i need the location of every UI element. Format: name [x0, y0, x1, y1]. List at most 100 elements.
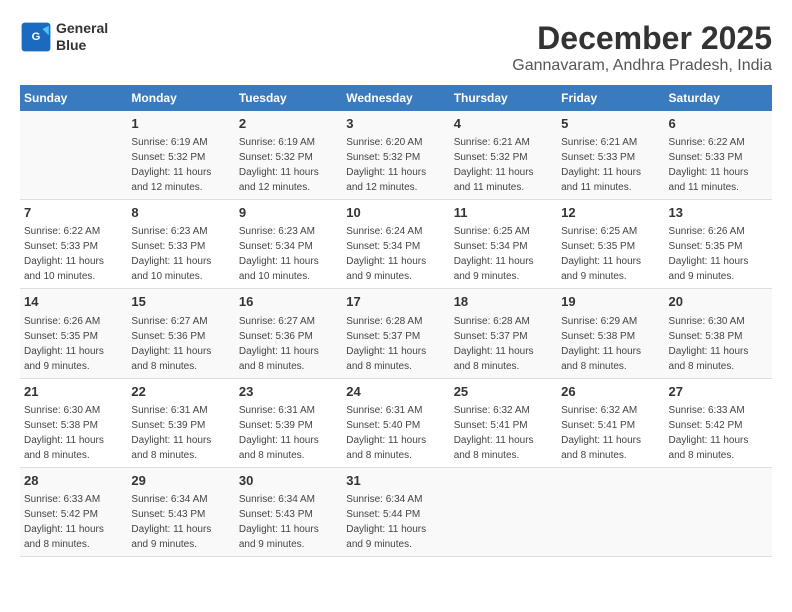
calendar-cell: 10 Sunrise: 6:24 AMSunset: 5:34 PMDayligh… — [342, 200, 449, 289]
day-info: Sunrise: 6:31 AMSunset: 5:39 PMDaylight:… — [131, 405, 211, 461]
day-number: 2 — [239, 115, 338, 133]
day-info: Sunrise: 6:26 AMSunset: 5:35 PMDaylight:… — [24, 316, 104, 372]
day-number: 27 — [669, 383, 768, 401]
day-number: 11 — [454, 204, 553, 222]
calendar-cell: 20 Sunrise: 6:30 AMSunset: 5:38 PMDayligh… — [665, 289, 772, 378]
day-info: Sunrise: 6:21 AMSunset: 5:33 PMDaylight:… — [561, 137, 641, 193]
calendar-week-3: 14 Sunrise: 6:26 AMSunset: 5:35 PMDayligh… — [20, 289, 772, 378]
calendar-cell: 24 Sunrise: 6:31 AMSunset: 5:40 PMDayligh… — [342, 378, 449, 467]
calendar-cell — [20, 111, 127, 200]
calendar-cell: 16 Sunrise: 6:27 AMSunset: 5:36 PMDayligh… — [235, 289, 342, 378]
day-info: Sunrise: 6:29 AMSunset: 5:38 PMDaylight:… — [561, 316, 641, 372]
day-number: 16 — [239, 293, 338, 311]
day-number: 9 — [239, 204, 338, 222]
calendar-week-2: 7Sunrise: 6:22 AMSunset: 5:33 PMDaylight… — [20, 200, 772, 289]
day-info: Sunrise: 6:31 AMSunset: 5:40 PMDaylight:… — [346, 405, 426, 461]
day-header-saturday: Saturday — [665, 85, 772, 111]
calendar-cell: 18Sunrise: 6:28 AMSunset: 5:37 PMDayligh… — [450, 289, 557, 378]
day-number: 24 — [346, 383, 445, 401]
day-number: 13 — [669, 204, 768, 222]
day-number: 29 — [131, 472, 230, 490]
logo-text: General Blue — [56, 20, 108, 54]
day-info: Sunrise: 6:20 AMSunset: 5:32 PMDaylight:… — [346, 137, 426, 193]
day-info: Sunrise: 6:25 AMSunset: 5:34 PMDaylight:… — [454, 226, 534, 282]
day-info: Sunrise: 6:30 AMSunset: 5:38 PMDaylight:… — [669, 316, 749, 372]
calendar-cell: 28Sunrise: 6:33 AMSunset: 5:42 PMDayligh… — [20, 467, 127, 556]
day-info: Sunrise: 6:34 AMSunset: 5:44 PMDaylight:… — [346, 494, 426, 550]
day-header-friday: Friday — [557, 85, 664, 111]
calendar-cell: 2 Sunrise: 6:19 AMSunset: 5:32 PMDaylight… — [235, 111, 342, 200]
calendar-cell: 11 Sunrise: 6:25 AMSunset: 5:34 PMDayligh… — [450, 200, 557, 289]
day-header-thursday: Thursday — [450, 85, 557, 111]
day-info: Sunrise: 6:32 AMSunset: 5:41 PMDaylight:… — [561, 405, 641, 461]
day-number: 14 — [24, 293, 123, 311]
logo: G General Blue — [20, 20, 108, 54]
calendar-cell: 17 Sunrise: 6:28 AMSunset: 5:37 PMDayligh… — [342, 289, 449, 378]
day-info: Sunrise: 6:31 AMSunset: 5:39 PMDaylight:… — [239, 405, 319, 461]
calendar-cell — [557, 467, 664, 556]
day-number: 21 — [24, 383, 123, 401]
calendar-cell: 1Sunrise: 6:19 AMSunset: 5:32 PMDaylight… — [127, 111, 234, 200]
day-info: Sunrise: 6:27 AMSunset: 5:36 PMDaylight:… — [131, 316, 211, 372]
calendar-cell: 30 Sunrise: 6:34 AMSunset: 5:43 PMDayligh… — [235, 467, 342, 556]
calendar-cell: 26 Sunrise: 6:32 AMSunset: 5:41 PMDayligh… — [557, 378, 664, 467]
calendar-cell: 7Sunrise: 6:22 AMSunset: 5:33 PMDaylight… — [20, 200, 127, 289]
calendar-cell: 19 Sunrise: 6:29 AMSunset: 5:38 PMDayligh… — [557, 289, 664, 378]
day-info: Sunrise: 6:34 AMSunset: 5:43 PMDaylight:… — [131, 494, 211, 550]
calendar-cell: 31 Sunrise: 6:34 AMSunset: 5:44 PMDayligh… — [342, 467, 449, 556]
calendar-cell — [450, 467, 557, 556]
day-header-wednesday: Wednesday — [342, 85, 449, 111]
day-header-tuesday: Tuesday — [235, 85, 342, 111]
calendar-cell: 27 Sunrise: 6:33 AMSunset: 5:42 PMDayligh… — [665, 378, 772, 467]
day-number: 15 — [131, 293, 230, 311]
calendar-cell: 23 Sunrise: 6:31 AMSunset: 5:39 PMDayligh… — [235, 378, 342, 467]
calendar-cell: 29 Sunrise: 6:34 AMSunset: 5:43 PMDayligh… — [127, 467, 234, 556]
calendar-table: SundayMondayTuesdayWednesdayThursdayFrid… — [20, 85, 772, 557]
day-info: Sunrise: 6:33 AMSunset: 5:42 PMDaylight:… — [669, 405, 749, 461]
calendar-cell: 6 Sunrise: 6:22 AMSunset: 5:33 PMDaylight… — [665, 111, 772, 200]
day-number: 23 — [239, 383, 338, 401]
day-number: 19 — [561, 293, 660, 311]
calendar-week-1: 1Sunrise: 6:19 AMSunset: 5:32 PMDaylight… — [20, 111, 772, 200]
day-info: Sunrise: 6:28 AMSunset: 5:37 PMDaylight:… — [454, 316, 534, 372]
calendar-cell: 21Sunrise: 6:30 AMSunset: 5:38 PMDayligh… — [20, 378, 127, 467]
calendar-cell: 14 Sunrise: 6:26 AMSunset: 5:35 PMDayligh… — [20, 289, 127, 378]
calendar-cell: 3 Sunrise: 6:20 AMSunset: 5:32 PMDaylight… — [342, 111, 449, 200]
day-number: 6 — [669, 115, 768, 133]
day-number: 3 — [346, 115, 445, 133]
calendar-cell: 13 Sunrise: 6:26 AMSunset: 5:35 PMDayligh… — [665, 200, 772, 289]
day-info: Sunrise: 6:22 AMSunset: 5:33 PMDaylight:… — [669, 137, 749, 193]
calendar-cell: 9Sunrise: 6:23 AMSunset: 5:34 PMDaylight… — [235, 200, 342, 289]
day-info: Sunrise: 6:34 AMSunset: 5:43 PMDaylight:… — [239, 494, 319, 550]
day-info: Sunrise: 6:22 AMSunset: 5:33 PMDaylight:… — [24, 226, 104, 282]
logo-icon: G — [20, 21, 52, 53]
day-info: Sunrise: 6:26 AMSunset: 5:35 PMDaylight:… — [669, 226, 749, 282]
calendar-cell: 12 Sunrise: 6:25 AMSunset: 5:35 PMDayligh… — [557, 200, 664, 289]
day-number: 30 — [239, 472, 338, 490]
day-info: Sunrise: 6:23 AMSunset: 5:33 PMDaylight:… — [131, 226, 211, 282]
day-number: 28 — [24, 472, 123, 490]
calendar-title: December 2025 — [512, 20, 772, 57]
day-info: Sunrise: 6:27 AMSunset: 5:36 PMDaylight:… — [239, 316, 319, 372]
calendar-cell: 5 Sunrise: 6:21 AMSunset: 5:33 PMDaylight… — [557, 111, 664, 200]
location-subtitle: Gannavaram, Andhra Pradesh, India — [512, 57, 772, 75]
day-number: 12 — [561, 204, 660, 222]
day-info: Sunrise: 6:19 AMSunset: 5:32 PMDaylight:… — [239, 137, 319, 193]
calendar-cell: 22Sunrise: 6:31 AMSunset: 5:39 PMDayligh… — [127, 378, 234, 467]
day-number: 31 — [346, 472, 445, 490]
day-number: 5 — [561, 115, 660, 133]
day-header-monday: Monday — [127, 85, 234, 111]
day-number: 8 — [131, 204, 230, 222]
calendar-cell — [665, 467, 772, 556]
day-info: Sunrise: 6:25 AMSunset: 5:35 PMDaylight:… — [561, 226, 641, 282]
day-info: Sunrise: 6:24 AMSunset: 5:34 PMDaylight:… — [346, 226, 426, 282]
day-number: 17 — [346, 293, 445, 311]
day-number: 25 — [454, 383, 553, 401]
day-number: 20 — [669, 293, 768, 311]
day-info: Sunrise: 6:28 AMSunset: 5:37 PMDaylight:… — [346, 316, 426, 372]
day-number: 10 — [346, 204, 445, 222]
page-header: G General Blue December 2025 Gannavaram,… — [20, 20, 772, 75]
day-info: Sunrise: 6:32 AMSunset: 5:41 PMDaylight:… — [454, 405, 534, 461]
day-number: 26 — [561, 383, 660, 401]
svg-text:G: G — [32, 31, 41, 43]
